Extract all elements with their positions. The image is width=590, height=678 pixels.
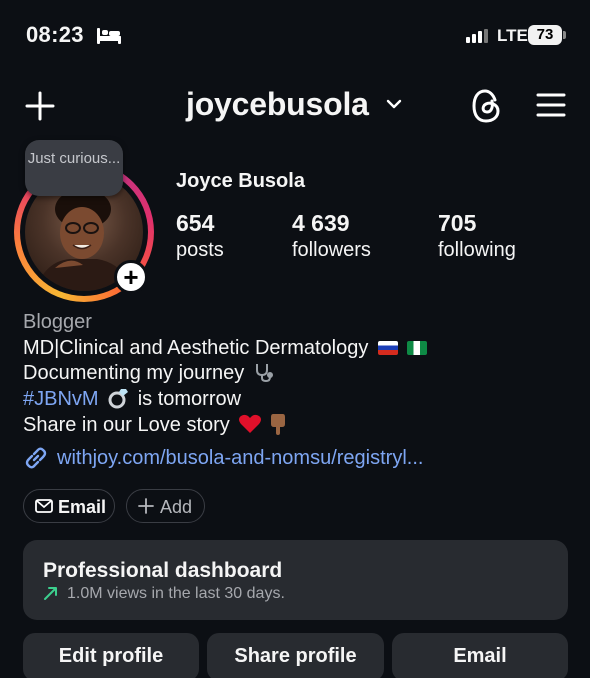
profile-header: joycebusola <box>0 80 590 132</box>
note-bubble[interactable]: Just curious... <box>25 140 123 196</box>
email-button[interactable]: Email <box>392 633 568 678</box>
bed-icon <box>97 28 121 44</box>
professional-dashboard-card[interactable]: Professional dashboard 1.0M views in the… <box>23 540 568 620</box>
stat-label: following <box>438 239 516 261</box>
stethoscope-icon <box>255 364 273 383</box>
russia-flag-icon <box>377 340 398 355</box>
plus-small-icon <box>138 498 154 514</box>
bio-profession-text: MD|Clinical and Aesthetic Dermatology <box>23 336 369 359</box>
dashboard-title: Professional dashboard <box>43 559 283 582</box>
trend-up-icon <box>44 587 57 600</box>
share-profile-button[interactable]: Share profile <box>207 633 384 678</box>
add-pill-label: Add <box>160 497 193 517</box>
ring-icon <box>108 388 129 408</box>
bio-line-journey: Documenting my journey <box>23 361 427 387</box>
username[interactable]: joycebusola <box>186 86 369 123</box>
link-icon <box>25 447 47 469</box>
menu-icon[interactable] <box>536 92 566 118</box>
bio-hashtag[interactable]: #JBNvM <box>23 388 99 410</box>
signal-icon <box>466 29 488 43</box>
stat-followers[interactable]: 4 639 followers <box>292 210 371 263</box>
stat-value: 654 <box>176 210 215 236</box>
mail-icon <box>35 499 53 513</box>
stat-posts[interactable]: 654 posts <box>176 210 224 263</box>
bio-category: Blogger <box>23 311 92 333</box>
heart-icon <box>239 414 262 433</box>
bio-line-love: Share in our Love story <box>23 412 427 439</box>
status-time: 08:23 <box>26 22 84 47</box>
stat-value: 4 639 <box>292 210 350 236</box>
stat-value: 705 <box>438 210 477 236</box>
plus-icon[interactable] <box>24 90 56 122</box>
stat-label: posts <box>176 239 224 261</box>
network-type: LTE <box>497 26 528 45</box>
chevron-down-icon[interactable] <box>386 98 402 110</box>
stat-following[interactable]: 705 following <box>438 210 516 263</box>
dashboard-subtitle: 1.0M views in the last 30 days. <box>67 585 285 602</box>
battery-nub <box>563 31 566 39</box>
bio-event-text: is tomorrow <box>137 387 242 410</box>
bio-journey-text: Documenting my journey <box>23 362 245 384</box>
stat-label: followers <box>292 239 371 261</box>
threads-icon[interactable] <box>470 88 504 124</box>
display-name: Joyce Busola <box>176 170 305 192</box>
email-pill-label: Email <box>58 497 107 517</box>
battery-level: 73 <box>528 25 562 45</box>
add-pill-button[interactable]: Add <box>126 489 205 523</box>
bio-love-text: Share in our Love story <box>23 414 230 436</box>
bio: Blogger MD|Clinical and Aesthetic Dermat… <box>23 310 428 439</box>
status-bar: 08:23 LTE 73 <box>0 0 590 70</box>
add-story-button[interactable]: + <box>114 260 148 294</box>
bio-line-event: #JBNvM is tomorrow <box>23 387 427 413</box>
nigeria-flag-icon <box>407 340 428 355</box>
add-story-plus-icon: + <box>123 262 139 292</box>
pointing-down-icon <box>270 414 285 435</box>
bio-line-profession: MD|Clinical and Aesthetic Dermatology <box>23 336 428 362</box>
bio-link-text[interactable]: withjoy.com/busola-and-nomsu/registryl..… <box>57 447 423 470</box>
email-pill-button[interactable]: Email <box>23 489 115 523</box>
edit-profile-button[interactable]: Edit profile <box>23 633 199 678</box>
